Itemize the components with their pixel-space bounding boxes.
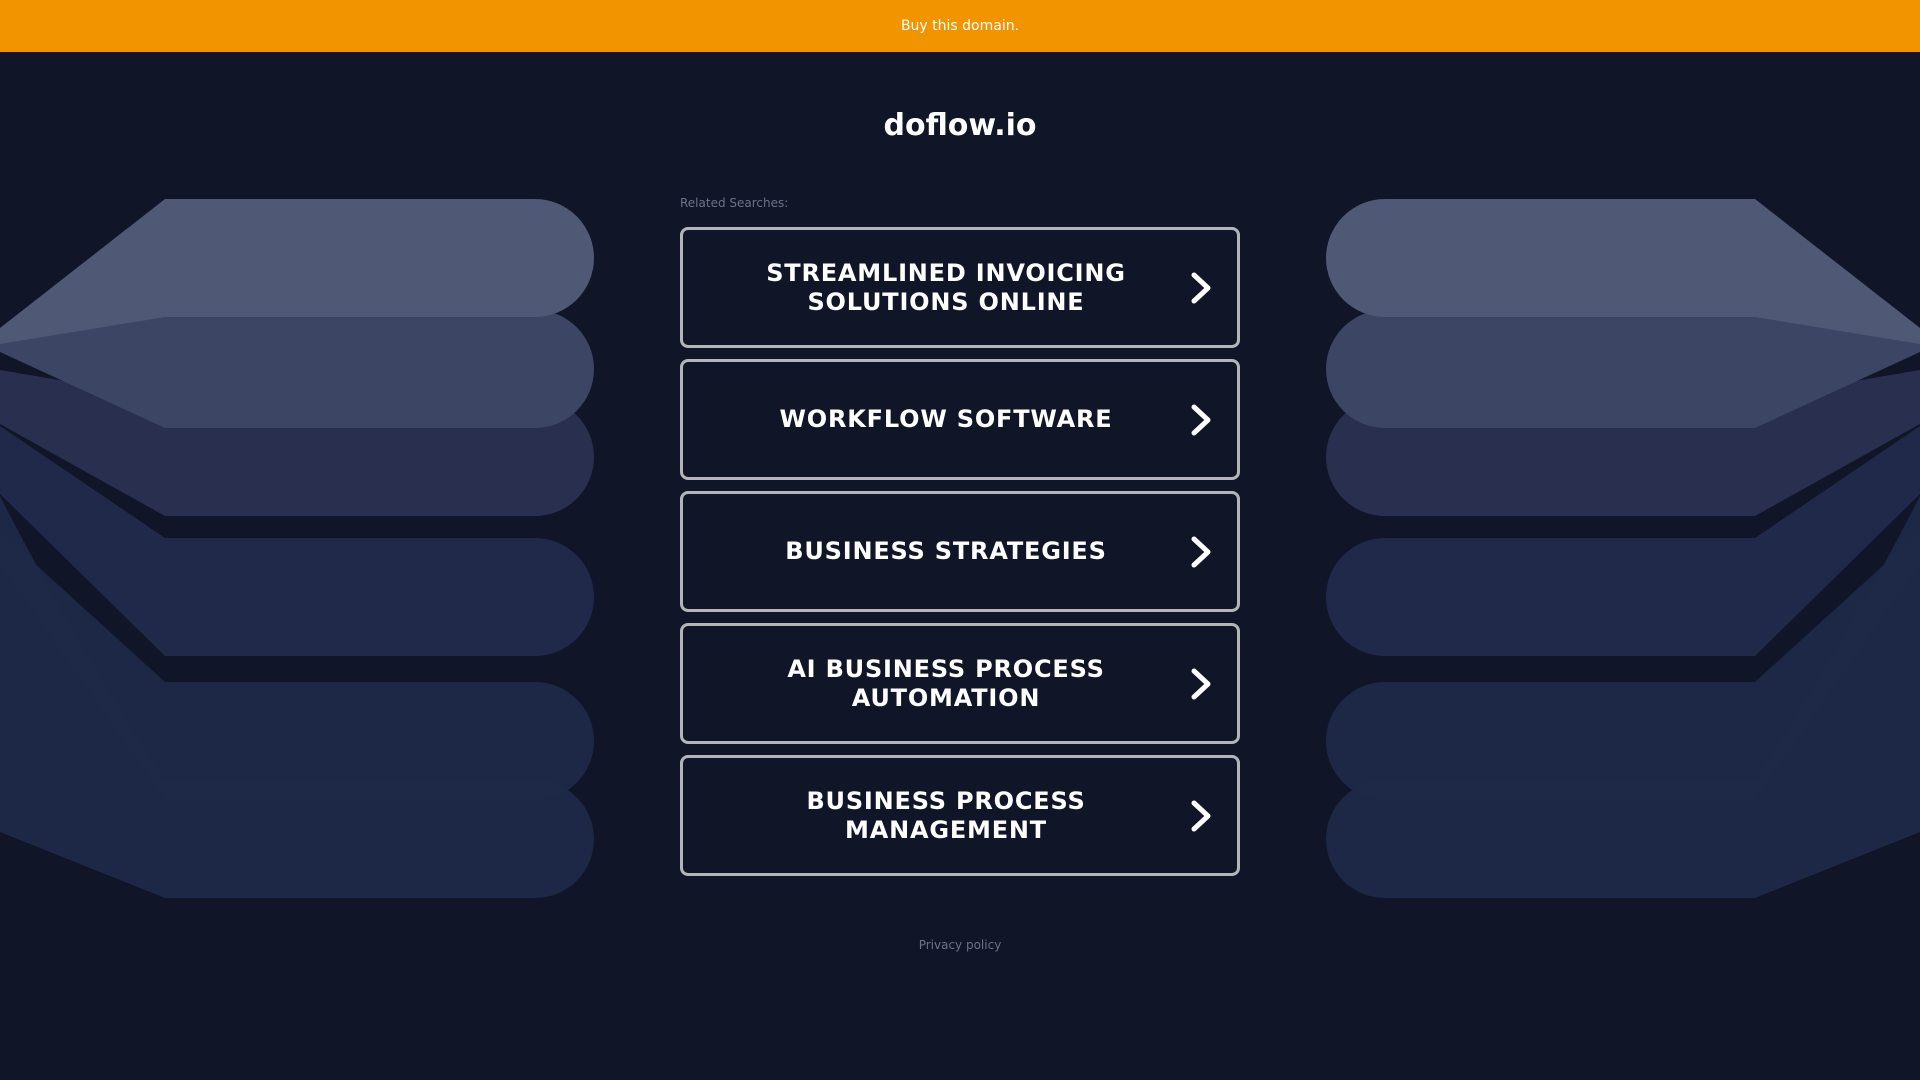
buy-domain-banner[interactable]: Buy this domain. bbox=[0, 0, 1920, 52]
related-search-label[interactable]: BUSINESS STRATEGIES bbox=[683, 537, 1237, 566]
related-search-label[interactable]: STREAMLINED INVOICING SOLUTIONS ONLINE bbox=[683, 259, 1237, 317]
privacy-policy-link[interactable]: Privacy policy bbox=[0, 938, 1920, 952]
related-search-link[interactable]: WORKFLOW SOFTWARE bbox=[680, 359, 1240, 480]
related-searches-list: STREAMLINED INVOICING SOLUTIONS ONLINE W… bbox=[680, 227, 1240, 887]
chevron-right-icon bbox=[1191, 272, 1211, 303]
related-search-label[interactable]: AI BUSINESS PROCESS AUTOMATION bbox=[683, 655, 1237, 713]
related-search-link[interactable]: AI BUSINESS PROCESS AUTOMATION bbox=[680, 623, 1240, 744]
related-searches-label: Related Searches: bbox=[680, 196, 789, 210]
chevron-right-icon bbox=[1191, 536, 1211, 567]
related-search-link[interactable]: BUSINESS PROCESS MANAGEMENT bbox=[680, 755, 1240, 876]
chevron-right-icon bbox=[1191, 404, 1211, 435]
domain-name-title: doflow.io bbox=[883, 108, 1037, 143]
left-stripes bbox=[0, 199, 594, 898]
parked-domain-page: Buy this domain. doflow.io Related Searc… bbox=[0, 0, 1920, 1080]
right-stripes bbox=[1326, 199, 1920, 898]
buy-domain-link[interactable]: Buy this domain. bbox=[901, 18, 1019, 34]
chevron-right-icon bbox=[1191, 800, 1211, 831]
related-search-label[interactable]: BUSINESS PROCESS MANAGEMENT bbox=[683, 787, 1237, 845]
related-search-link[interactable]: BUSINESS STRATEGIES bbox=[680, 491, 1240, 612]
related-search-link[interactable]: STREAMLINED INVOICING SOLUTIONS ONLINE bbox=[680, 227, 1240, 348]
related-search-label[interactable]: WORKFLOW SOFTWARE bbox=[683, 405, 1237, 434]
chevron-right-icon bbox=[1191, 668, 1211, 699]
